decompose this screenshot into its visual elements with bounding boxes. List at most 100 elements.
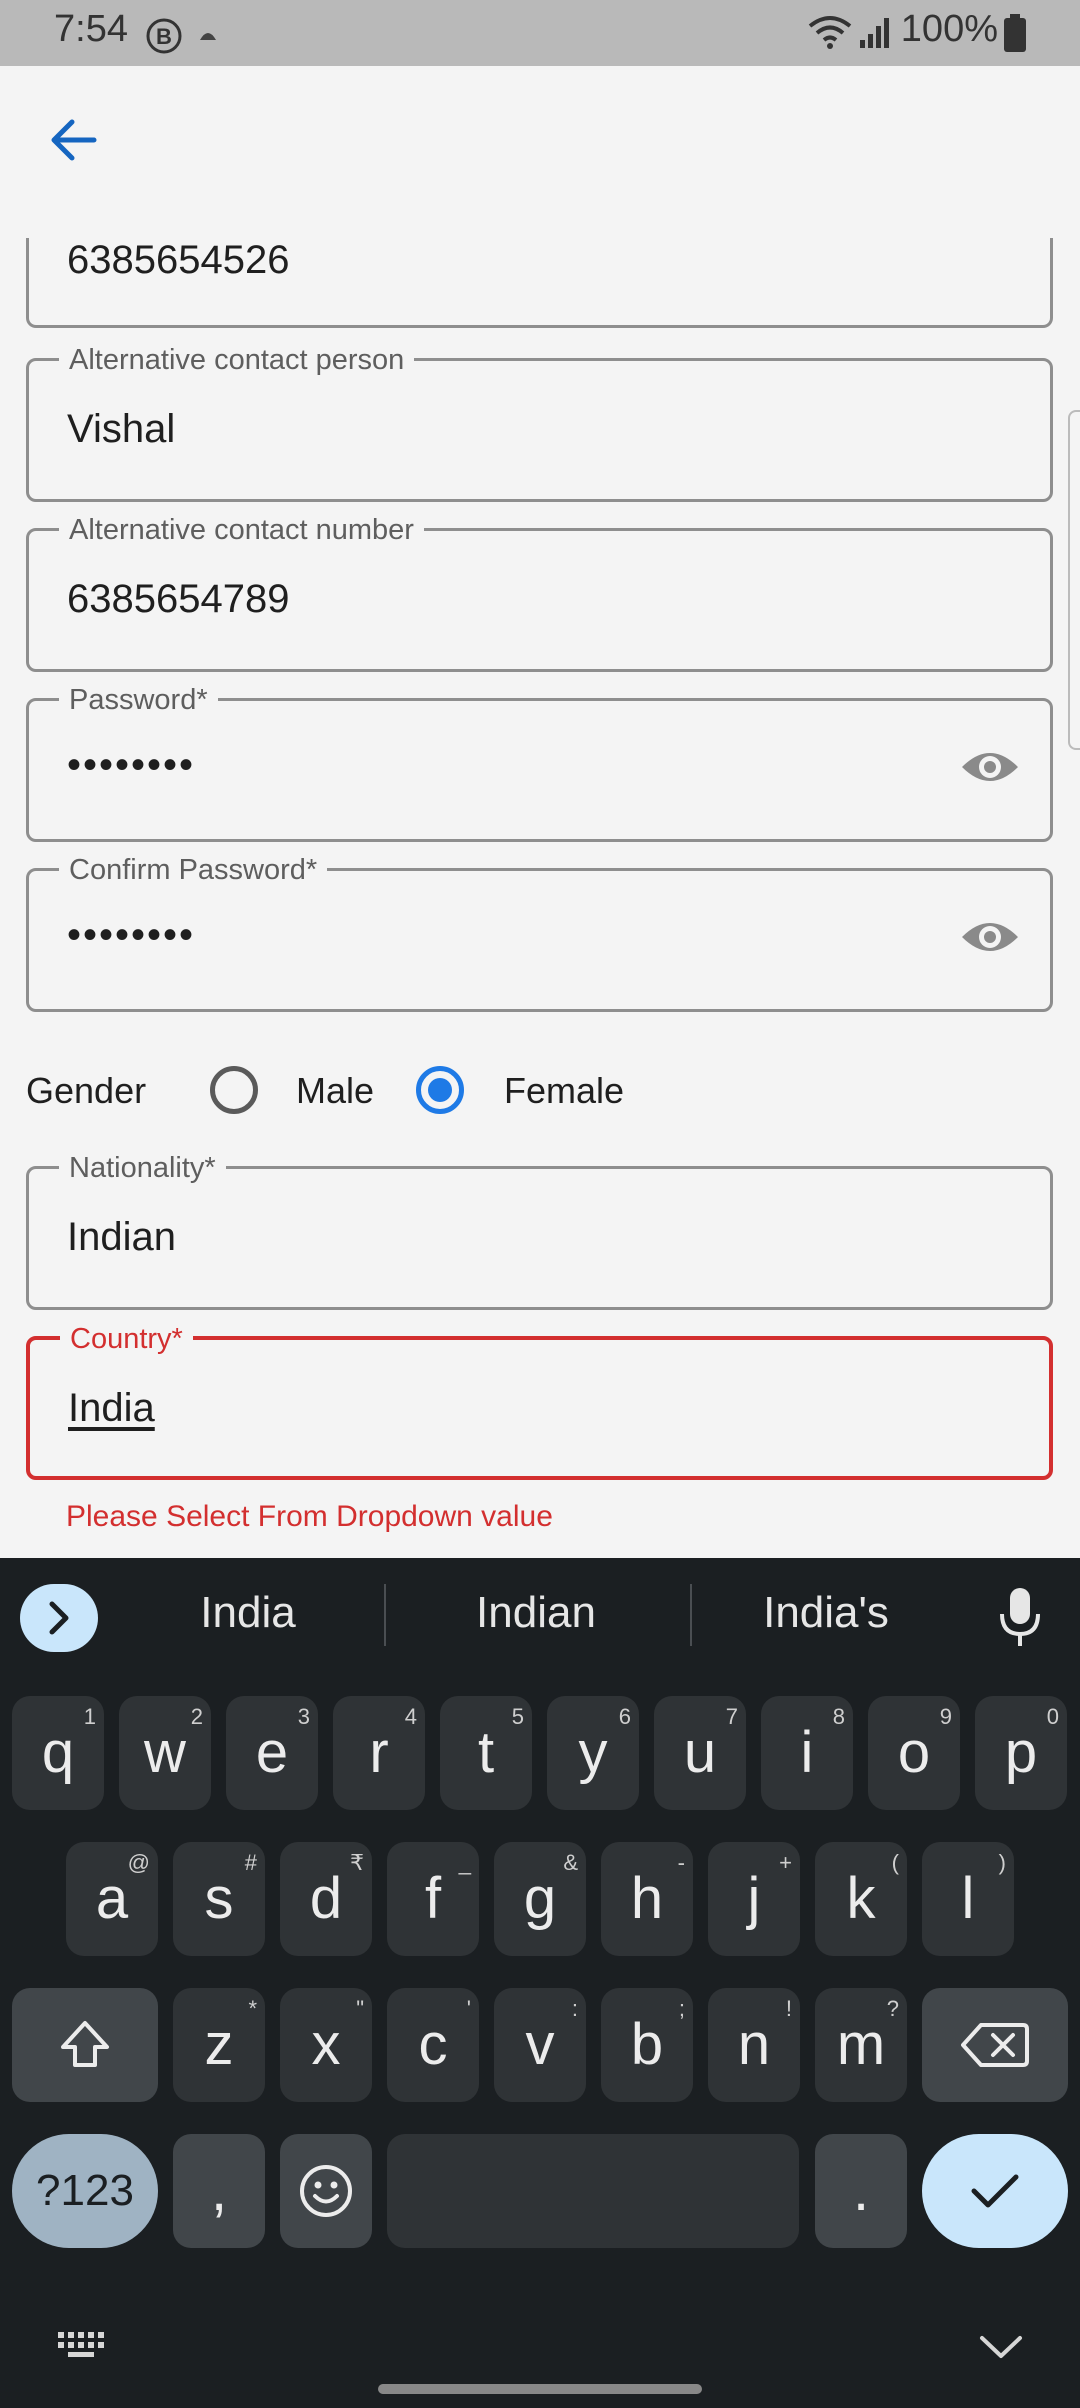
key-f[interactable]: f _ [387, 1842, 479, 1956]
key-w[interactable]: w2 [119, 1696, 211, 1810]
b-badge-icon: B [146, 18, 182, 54]
key-label: . [852, 2158, 870, 2223]
suggestion-2[interactable]: Indian [396, 1588, 676, 1638]
key-q[interactable]: q1 [12, 1696, 104, 1810]
gesture-navigation-bar[interactable] [378, 2384, 702, 2394]
key-label: g [523, 1866, 557, 1931]
gender-male-label[interactable]: Male [296, 1070, 374, 1112]
svg-text:B: B [156, 24, 172, 49]
key-p[interactable]: p0 [975, 1696, 1067, 1810]
key-label: x [311, 2012, 341, 2077]
space-key[interactable] [387, 2134, 799, 2248]
alt-contact-person-label: Alternative contact person [59, 344, 415, 376]
key-j[interactable]: j + [708, 1842, 800, 1956]
alt-contact-person-value: Vishal [67, 407, 176, 451]
period-key[interactable]: . [815, 2134, 907, 2248]
key-hint: 6 [618, 1704, 631, 1729]
emoji-key[interactable] [280, 2134, 372, 2248]
suggestion-divider [384, 1584, 386, 1646]
key-label: s [204, 1866, 234, 1931]
password-field[interactable]: Password* •••••••• [26, 684, 1053, 842]
alt-contact-person-field[interactable]: Alternative contact person Vishal [26, 344, 1053, 502]
password-label: Password* [59, 684, 218, 716]
key-c[interactable]: c ' [387, 1988, 479, 2102]
done-key[interactable] [922, 2134, 1068, 2248]
key-l[interactable]: l) [922, 1842, 1014, 1956]
scrollbar[interactable] [1068, 410, 1080, 750]
suggestion-3[interactable]: India's [686, 1588, 966, 1638]
wifi-icon [808, 16, 852, 49]
key-hint: ' [466, 1996, 471, 2021]
country-error-message: Please Select From Dropdown value [66, 1500, 553, 1533]
key-z[interactable]: z * [173, 1988, 265, 2102]
key-u[interactable]: u7 [654, 1696, 746, 1810]
key-hint: # [244, 1850, 257, 1875]
key-label: w [144, 1720, 186, 1785]
key-label: q [41, 1720, 75, 1785]
expand-toolbar-button[interactable] [20, 1584, 98, 1652]
nationality-value: Indian [67, 1215, 176, 1259]
key-s[interactable]: s # [173, 1842, 265, 1956]
key-hint: _ [458, 1850, 471, 1875]
key-r[interactable]: r4 [333, 1696, 425, 1810]
country-field[interactable]: Country* India [26, 1323, 1053, 1480]
key-n[interactable]: n! [708, 1988, 800, 2102]
key-i[interactable]: i8 [761, 1696, 853, 1810]
nationality-field[interactable]: Nationality* Indian [26, 1152, 1053, 1310]
suggestion-1[interactable]: India [108, 1588, 388, 1638]
key-o[interactable]: o9 [868, 1696, 960, 1810]
key-d[interactable]: d ₹ [280, 1842, 372, 1956]
microphone-icon[interactable] [998, 1586, 1042, 1648]
symbols-key[interactable]: ?123 [12, 2134, 158, 2248]
alt-contact-number-field[interactable]: Alternative contact number 6385654789 [26, 514, 1053, 672]
key-g[interactable]: g & [494, 1842, 586, 1956]
key-h[interactable]: h- [601, 1842, 693, 1956]
key-a[interactable]: a @ [66, 1842, 158, 1956]
status-time: 7:54 [54, 8, 128, 50]
key-label: u [683, 1720, 717, 1785]
key-label: k [846, 1866, 876, 1931]
key-t[interactable]: t5 [440, 1696, 532, 1810]
key-label: z [204, 2012, 234, 2077]
key-label: p [1004, 1720, 1038, 1785]
key-hint: 2 [190, 1704, 203, 1729]
key-hint: * [248, 1996, 257, 2021]
contact-number-field[interactable]: 6385654526 [26, 238, 1053, 328]
key-y[interactable]: y6 [547, 1696, 639, 1810]
battery-percent: 100% [900, 8, 998, 50]
key-label: b [630, 2012, 664, 2077]
key-x[interactable]: x " [280, 1988, 372, 2102]
key-label: j [747, 1866, 761, 1931]
confirm-password-value: •••••••• [67, 913, 196, 957]
gender-male-radio[interactable] [210, 1066, 258, 1114]
gender-female-label[interactable]: Female [504, 1070, 624, 1112]
key-hint: 5 [511, 1704, 524, 1729]
backspace-key[interactable] [922, 1988, 1068, 2102]
key-label: v [525, 2012, 555, 2077]
backspace-icon [961, 2023, 1029, 2067]
key-hint: ( [891, 1850, 899, 1875]
key-label: l [961, 1866, 975, 1931]
show-confirm-password-eye-icon[interactable] [960, 915, 1020, 959]
country-label: Country* [60, 1323, 193, 1355]
key-k[interactable]: k( [815, 1842, 907, 1956]
back-arrow-icon[interactable] [44, 110, 104, 170]
hide-keyboard-chevron-down-icon[interactable] [978, 2334, 1024, 2362]
key-m[interactable]: m? [815, 1988, 907, 2102]
key-hint: - [677, 1850, 685, 1875]
key-hint: 1 [83, 1704, 96, 1729]
key-label: d [309, 1866, 343, 1931]
key-label: f [424, 1866, 442, 1931]
shift-key[interactable] [12, 1988, 158, 2102]
key-b[interactable]: b; [601, 1988, 693, 2102]
gender-female-radio[interactable] [416, 1066, 464, 1114]
key-hint: + [779, 1850, 792, 1875]
confirm-password-field[interactable]: Confirm Password* •••••••• [26, 854, 1053, 1012]
key-e[interactable]: e3 [226, 1696, 318, 1810]
comma-key[interactable]: , [173, 2134, 265, 2248]
key-hint: ) [998, 1850, 1006, 1875]
key-v[interactable]: v: [494, 1988, 586, 2102]
show-password-eye-icon[interactable] [960, 745, 1020, 789]
keyboard-switch-icon[interactable] [56, 2328, 110, 2362]
key-label: e [255, 1720, 289, 1785]
